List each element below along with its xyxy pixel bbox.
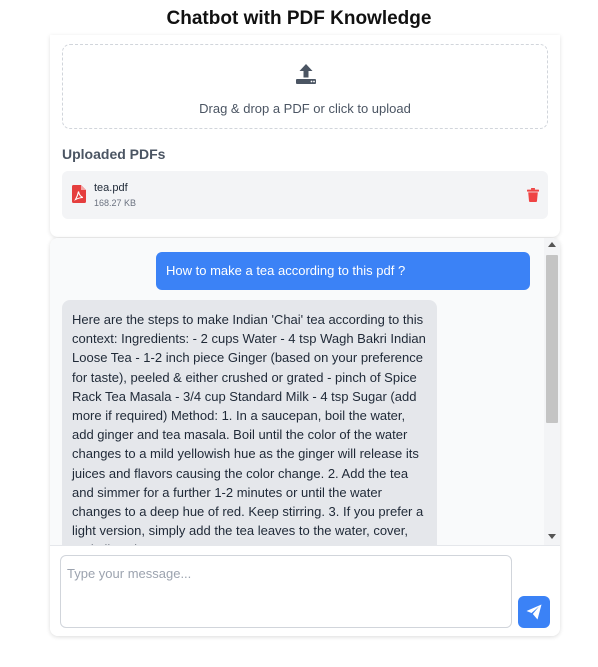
scrollbar-thumb[interactable]: [546, 255, 558, 423]
send-button[interactable]: [518, 596, 550, 628]
file-size: 168.27 KB: [94, 198, 137, 208]
message-scrollbar[interactable]: [544, 238, 560, 545]
file-item: tea.pdf 168.27 KB: [62, 171, 548, 219]
scroll-down-arrow-icon[interactable]: [548, 534, 556, 539]
user-message: How to make a tea according to this pdf …: [156, 252, 530, 290]
chat-panel: How to make a tea according to this pdf …: [50, 238, 560, 636]
paper-plane-icon: [526, 604, 542, 620]
pdf-file-icon: [72, 185, 86, 203]
bot-message: Here are the steps to make Indian 'Chai'…: [62, 300, 437, 545]
message-composer: [50, 546, 560, 636]
upload-icon: [296, 64, 316, 84]
message-list[interactable]: How to make a tea according to this pdf …: [50, 238, 560, 546]
pdf-dropzone[interactable]: Drag & drop a PDF or click to upload: [62, 44, 548, 129]
trash-icon[interactable]: [527, 188, 539, 202]
dropzone-text: Drag & drop a PDF or click to upload: [199, 101, 411, 116]
uploaded-pdfs-heading: Uploaded PDFs: [62, 146, 166, 162]
scroll-up-arrow-icon[interactable]: [548, 242, 556, 247]
file-name: tea.pdf: [94, 182, 128, 194]
page-title: Chatbot with PDF Knowledge: [166, 8, 432, 29]
upload-panel: Drag & drop a PDF or click to upload Upl…: [50, 35, 560, 237]
message-input[interactable]: [60, 555, 512, 628]
